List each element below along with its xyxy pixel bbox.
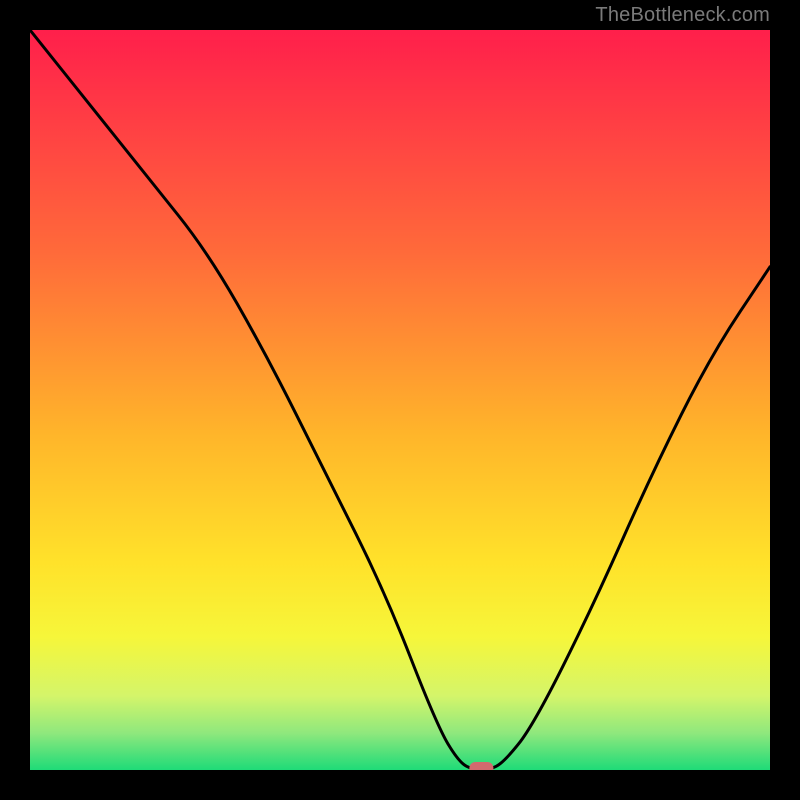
bottleneck-plot [30,30,770,770]
chart-frame: TheBottleneck.com [0,0,800,800]
watermark-label: TheBottleneck.com [595,4,770,27]
gradient-background [30,30,770,770]
plot-svg [30,30,770,770]
minimum-marker [469,762,493,770]
